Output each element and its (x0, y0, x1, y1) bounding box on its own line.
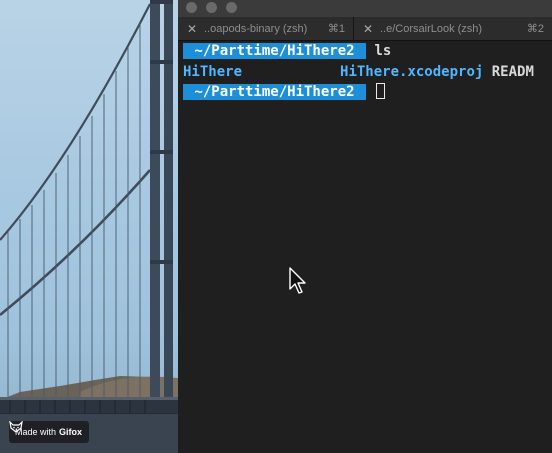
ls-entry: HiThere (183, 64, 243, 80)
terminal-output[interactable]: ~/Parttime/HiThere2 ls HiThere HiThere.xc… (178, 41, 552, 453)
text-cursor (376, 83, 386, 99)
tab-shortcut: ⌘1 (327, 23, 345, 35)
ls-entry: READM (491, 64, 534, 80)
tab-title: ..oapods-binary (zsh) (204, 22, 308, 35)
shell-prompt: ~/Parttime/HiThere2 (183, 43, 367, 59)
ls-entry: HiThere.xcodeproj (340, 64, 484, 80)
tab-corsairlook[interactable]: ✕ ..e/CorsairLook (zsh) ⌘2 (354, 17, 552, 40)
tab-oapods-binary[interactable]: ✕ ..oapods-binary (zsh) ⌘1 (178, 17, 354, 40)
zoom-window-button[interactable] (226, 2, 237, 13)
command-text: ls (374, 43, 392, 59)
minimize-window-button[interactable] (206, 2, 217, 13)
window-titlebar (178, 0, 552, 17)
gifox-badge-brand: Gifox (59, 427, 83, 437)
ls-output-line: HiThere HiThere.xcodeproj READM (183, 62, 534, 83)
terminal-line: ~/Parttime/HiThere2 ls (183, 41, 391, 62)
close-icon[interactable]: ✕ (186, 22, 198, 36)
tab-title: ..e/CorsairLook (zsh) (380, 22, 483, 35)
fox-icon (9, 421, 23, 433)
terminal-line: ~/Parttime/HiThere2 (183, 82, 386, 103)
golden-gate-bridge-photo (0, 0, 178, 453)
terminal-window: ✕ ..oapods-binary (zsh) ⌘1 ✕ ..e/Corsair… (178, 0, 552, 453)
close-window-button[interactable] (186, 2, 197, 13)
desktop-wallpaper: Made with Gifox (0, 0, 178, 453)
shell-prompt: ~/Parttime/HiThere2 (183, 84, 367, 100)
gifox-watermark: Made with Gifox (9, 421, 90, 443)
tab-bar: ✕ ..oapods-binary (zsh) ⌘1 ✕ ..e/Corsair… (178, 17, 552, 41)
close-icon[interactable]: ✕ (362, 22, 374, 36)
mouse-pointer-icon (289, 267, 306, 294)
tab-shortcut: ⌘2 (526, 23, 544, 35)
